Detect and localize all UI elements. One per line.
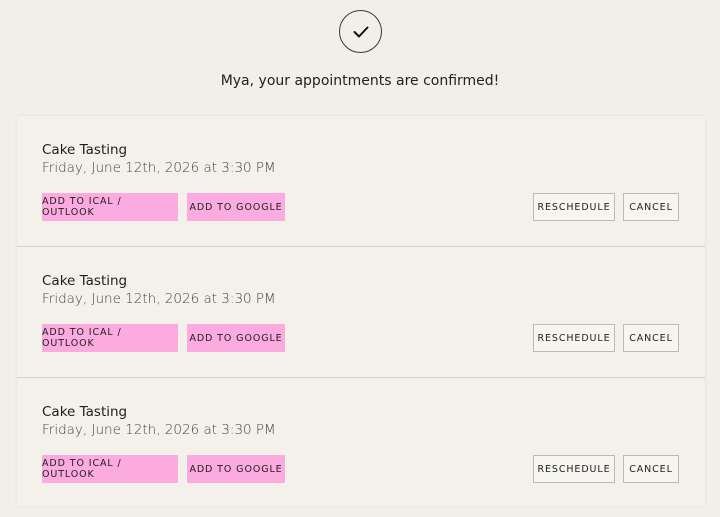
cancel-button[interactable]: CANCEL	[623, 324, 679, 352]
appointment-datetime: Friday, June 12th, 2026 at 3:30 PM	[42, 160, 276, 176]
add-to-ical-button[interactable]: ADD TO ICAL / OUTLOOK	[42, 455, 178, 483]
reschedule-button[interactable]: RESCHEDULE	[533, 455, 615, 483]
add-to-ical-button[interactable]: ADD TO ICAL / OUTLOOK	[42, 324, 178, 352]
appointment-datetime: Friday, June 12th, 2026 at 3:30 PM	[42, 291, 276, 307]
appointment-datetime: Friday, June 12th, 2026 at 3:30 PM	[42, 422, 276, 438]
cancel-button[interactable]: CANCEL	[623, 455, 679, 483]
checkmark-icon	[339, 10, 382, 53]
confirmation-message: Mya, your appointments are confirmed!	[220, 73, 500, 89]
appointment-card: Cake Tasting Friday, June 12th, 2026 at …	[17, 116, 705, 247]
appointment-card: Cake Tasting Friday, June 12th, 2026 at …	[17, 247, 705, 378]
cancel-button[interactable]: CANCEL	[623, 193, 679, 221]
appointment-title: Cake Tasting	[42, 273, 128, 289]
add-to-google-button[interactable]: ADD TO GOOGLE	[187, 193, 285, 221]
appointment-title: Cake Tasting	[42, 142, 128, 158]
add-to-ical-button[interactable]: ADD TO ICAL / OUTLOOK	[42, 193, 178, 221]
appointment-title: Cake Tasting	[42, 404, 128, 420]
appointment-list: Cake Tasting Friday, June 12th, 2026 at …	[17, 116, 705, 506]
reschedule-button[interactable]: RESCHEDULE	[533, 324, 615, 352]
add-to-google-button[interactable]: ADD TO GOOGLE	[187, 455, 285, 483]
confirmation-page: Mya, your appointments are confirmed! Ca…	[0, 0, 720, 517]
add-to-google-button[interactable]: ADD TO GOOGLE	[187, 324, 285, 352]
appointment-card: Cake Tasting Friday, June 12th, 2026 at …	[17, 378, 705, 506]
reschedule-button[interactable]: RESCHEDULE	[533, 193, 615, 221]
